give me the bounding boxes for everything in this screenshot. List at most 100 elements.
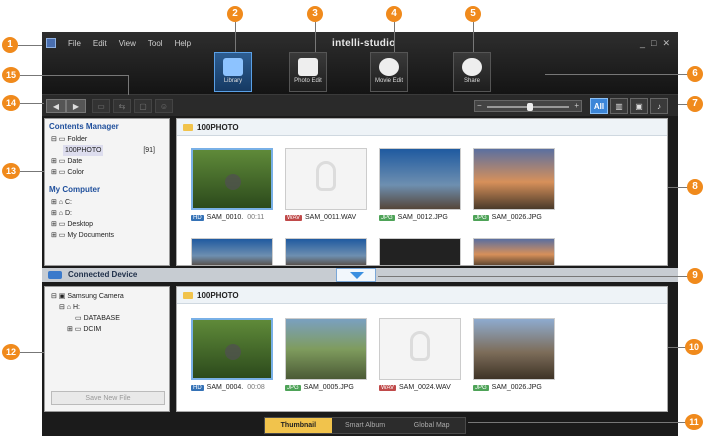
library-folder-header: 100PHOTO	[177, 119, 667, 136]
copy-icon[interactable]: ▢	[134, 99, 152, 113]
tab-smart-album[interactable]: Smart Album	[332, 418, 399, 433]
thumbnail-audio[interactable]	[379, 318, 461, 380]
menu-edit[interactable]: Edit	[93, 39, 107, 48]
move-icon[interactable]: ⇆	[113, 99, 131, 113]
screenshot-stage: File Edit View Tool Help intelli-studio …	[0, 0, 703, 439]
tree-database[interactable]: ▭ DATABASE	[51, 313, 169, 324]
filter-video-icon[interactable]: ▥	[610, 98, 628, 114]
filter-all-button[interactable]: All	[590, 98, 608, 114]
play-icon	[225, 174, 241, 190]
file-name: SAM_0011.WAV	[305, 214, 357, 221]
callout-line	[545, 74, 690, 75]
tree-database-label: DATABASE	[83, 315, 120, 322]
callout-11: 11	[685, 414, 703, 430]
microphone-icon	[316, 161, 336, 191]
file-name: SAM_0005.JPG	[303, 384, 354, 391]
thumbnail-partial[interactable]	[191, 238, 273, 265]
device-content-panel: 100PHOTO HD SAM_0004. 00:08 JPG SAM_0005.JP…	[176, 286, 668, 412]
navigation-buttons: ◀ ▶	[46, 99, 86, 113]
callout-line	[235, 22, 236, 52]
share-button[interactable]: Share	[453, 52, 491, 92]
menu-tool[interactable]: Tool	[148, 39, 163, 48]
contents-manager-panel: Contents Manager ⊟ ▭ Folder 100PHOTO [91]…	[44, 118, 170, 266]
tab-thumbnail[interactable]: Thumbnail	[265, 418, 332, 433]
wav-badge: WAV	[379, 385, 396, 391]
thumbnail-photo[interactable]	[473, 148, 555, 210]
menu-file[interactable]: File	[68, 39, 81, 48]
tree-camera-label: Samsung Camera	[67, 293, 124, 300]
minimize-icon[interactable]: _	[640, 38, 645, 49]
zoom-in-icon[interactable]: +	[574, 101, 579, 111]
brand-logo: intelli-studio	[332, 38, 396, 49]
tree-samsung-camera[interactable]: ⊟ ▣ Samsung Camera	[51, 291, 169, 302]
forward-arrow-icon[interactable]: ▶	[66, 99, 86, 113]
duration: 00:08	[247, 384, 265, 391]
tree-d-drive[interactable]: ⊞ ⌂ D:	[51, 208, 169, 219]
zoom-knob[interactable]	[527, 103, 533, 111]
print-icon[interactable]: ▭	[92, 99, 110, 113]
thumbnail-video[interactable]	[191, 148, 273, 210]
thumbnail-caption: WAV SAM_0024.WAV	[379, 384, 475, 391]
hd-badge: HD	[191, 215, 204, 221]
filter-photo-icon[interactable]: ▣	[630, 98, 648, 114]
tree-color[interactable]: ⊞ ▭ Color	[51, 167, 169, 178]
thumbnail-video[interactable]	[191, 318, 273, 380]
device-tree: ⊟ ▣ Samsung Camera ⊟ ⌂ H: ▭ DATABASE ⊞ ▭…	[45, 287, 169, 335]
jpg-badge: JPG	[473, 385, 489, 391]
duration: 00:11	[247, 214, 265, 221]
tree-d-label: D:	[64, 210, 72, 217]
jpg-badge: JPG	[285, 385, 301, 391]
thumbnail-partial[interactable]	[473, 238, 555, 265]
maximize-icon[interactable]: □	[651, 38, 656, 49]
wav-badge: WAV	[285, 215, 302, 221]
zoom-out-icon[interactable]: −	[477, 101, 482, 111]
tab-global-map[interactable]: Global Map	[398, 418, 465, 433]
filter-voice-icon[interactable]: ♪	[650, 98, 668, 114]
close-icon[interactable]: ✕	[662, 38, 670, 49]
callout-7: 7	[687, 96, 703, 112]
tree-desktop-label: Desktop	[67, 221, 94, 228]
thumbnail-photo[interactable]	[473, 318, 555, 380]
file-name: SAM_0024.WAV	[399, 384, 451, 391]
thumbnail-photo[interactable]	[285, 318, 367, 380]
tree-dcim[interactable]: ⊞ ▭ DCIM	[51, 324, 169, 335]
callout-1: 1	[2, 37, 18, 53]
zoom-slider[interactable]: − +	[474, 100, 582, 112]
thumbnail-partial[interactable]	[379, 238, 461, 265]
movie-edit-button[interactable]: Movie Edit	[370, 52, 408, 92]
tree-date[interactable]: ⊞ ▭ Date	[51, 156, 169, 167]
tree-folder-label: Folder	[67, 136, 88, 143]
menu-view[interactable]: View	[119, 39, 136, 48]
library-label: Library	[223, 78, 243, 84]
library-button[interactable]: Library	[214, 52, 252, 92]
thumbnail-partial[interactable]	[285, 238, 367, 265]
tree-100photo[interactable]: 100PHOTO [91]	[51, 145, 169, 156]
thumbnail-caption: JPG SAM_0026.JPG	[473, 384, 569, 391]
app-icon	[46, 38, 56, 48]
menu-bar: File Edit View Tool Help	[46, 38, 191, 48]
tree-c-drive[interactable]: ⊞ ⌂ C:	[51, 197, 169, 208]
user-icon[interactable]: ☺	[155, 99, 173, 113]
device-tree-panel: ⊟ ▣ Samsung Camera ⊟ ⌂ H: ▭ DATABASE ⊞ ▭…	[44, 286, 170, 412]
tree-desktop[interactable]: ⊞ ▭ Desktop	[51, 219, 169, 230]
file-name: SAM_0026.JPG	[491, 384, 542, 391]
tree-h-drive[interactable]: ⊟ ⌂ H:	[51, 302, 169, 313]
expand-panel-button[interactable]	[336, 268, 376, 282]
back-arrow-icon[interactable]: ◀	[46, 99, 66, 113]
callout-line	[20, 103, 44, 104]
window-controls: _ □ ✕	[640, 38, 670, 49]
photo-edit-button[interactable]: Photo Edit	[289, 52, 327, 92]
callout-3: 3	[307, 6, 323, 22]
tree-my-documents[interactable]: ⊞ ▭ My Documents	[51, 230, 169, 241]
save-new-file-button[interactable]: Save New File	[51, 391, 165, 405]
thumbnail-audio[interactable]	[285, 148, 367, 210]
thumbnail-photo[interactable]	[379, 148, 461, 210]
callout-line	[128, 75, 129, 95]
file-name: SAM_0012.JPG	[397, 214, 448, 221]
media-filter-buttons: All ▥ ▣ ♪	[590, 98, 668, 114]
menu-help[interactable]: Help	[175, 39, 191, 48]
file-action-buttons: ▭ ⇆ ▢ ☺	[92, 99, 173, 113]
tree-folder[interactable]: ⊟ ▭ Folder	[51, 134, 169, 145]
view-tabs: Thumbnail Smart Album Global Map	[264, 417, 466, 434]
callout-12: 12	[2, 344, 20, 360]
